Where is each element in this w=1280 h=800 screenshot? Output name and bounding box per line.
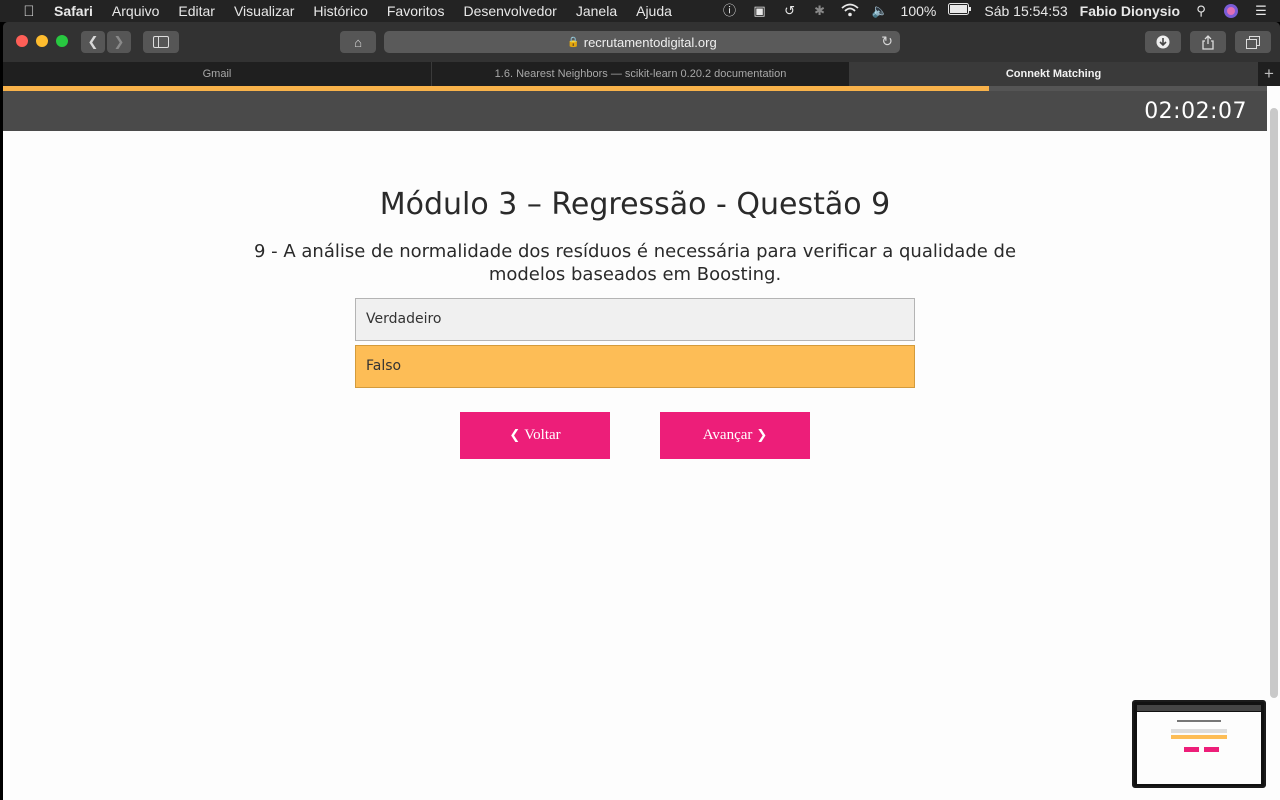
downloads-button[interactable] [1145,31,1181,53]
back-button-label: Voltar [524,427,561,443]
reload-icon[interactable]: ↻ [881,33,893,50]
apple-menu-icon[interactable]:  [18,3,40,20]
sidebar-icon [153,36,169,48]
battery-percent: 100% [900,3,937,19]
backup-drive-icon[interactable]: ▣ [751,3,769,19]
next-button[interactable]: Avançar ❯ [660,412,810,459]
thumbnail-back-button [1184,747,1199,752]
status-area: ⓘ ▣ ↺ ✱ 🔈 100% Sáb 15:54:53 Fabio Dionys… [721,0,1270,22]
question-text: 9 - A análise de normalidade dos resíduo… [253,241,1017,285]
menu-item-arquivo[interactable]: Arquivo [112,3,159,19]
time-machine-icon[interactable]: ↺ [781,3,799,19]
battery-icon[interactable] [948,3,972,19]
share-button[interactable] [1190,31,1226,53]
browser-window: ❮ ❯ ⌂ 🔒 recrutamentodigital.org ↻ Gmail … [3,22,1280,800]
menu-item-desenvolvedor[interactable]: Desenvolvedor [463,3,556,19]
answer-option-verdadeiro[interactable]: Verdadeiro [355,298,915,341]
menu-item-ajuda[interactable]: Ajuda [636,3,672,19]
tab-label: 1.6. Nearest Neighbors — scikit-learn 0.… [494,68,787,80]
page-title: Módulo 3 – Regressão - Questão 9 [379,187,891,222]
menu-item-historico[interactable]: Histórico [313,3,367,19]
tab-bar: Gmail 1.6. Nearest Neighbors — scikit-le… [3,62,1280,86]
chevron-right-icon: ❯ [756,428,768,443]
bluetooth-icon[interactable]: ✱ [811,3,829,19]
home-icon: ⌂ [354,34,362,50]
timer-bar: 02:02:07 [3,91,1267,131]
menu-item-janela[interactable]: Janela [576,3,617,19]
countdown-timer: 02:02:07 [1144,99,1247,124]
menu-item-editar[interactable]: Editar [178,3,215,19]
tab-gmail[interactable]: Gmail [3,62,432,86]
address-bar[interactable]: 🔒 recrutamentodigital.org ↻ [384,31,900,53]
thumbnail-option-selected [1171,735,1227,739]
menu-app-name[interactable]: Safari [54,3,93,19]
page-scrollbar[interactable] [1270,108,1278,698]
thumbnail-next-button [1204,747,1219,752]
thumbnail-title [1177,720,1221,722]
next-button-label: Avançar [702,427,753,443]
minimize-window-button[interactable] [36,35,48,47]
plus-icon: + [1264,64,1274,83]
fullscreen-window-button[interactable] [56,35,68,47]
siri-icon[interactable] [1222,3,1240,19]
question-content: Módulo 3 – Regressão - Questão 9 9 - A a… [3,131,1267,459]
tab-overview-button[interactable] [1235,31,1271,53]
chevron-left-icon: ❮ [509,428,521,443]
share-icon [1202,34,1214,50]
browser-toolbar: ❮ ❯ ⌂ 🔒 recrutamentodigital.org ↻ [3,22,1280,62]
tab-connekt-matching[interactable]: Connekt Matching [850,62,1258,86]
screenshot-thumbnail[interactable] [1132,700,1266,788]
address-url: recrutamentodigital.org [583,34,717,50]
chevron-right-icon: ❯ [113,34,125,49]
menu-item-favoritos[interactable]: Favoritos [387,3,445,19]
sidebar-toggle-button[interactable] [143,31,179,53]
thumbnail-option [1171,729,1227,733]
menubar-clock[interactable]: Sáb 15:54:53 [984,3,1067,19]
home-button[interactable]: ⌂ [340,31,376,53]
back-button[interactable]: ❮ Voltar [460,412,610,459]
notification-center-icon[interactable]: ☰ [1252,3,1270,19]
question-navigation: ❮ Voltar Avançar ❯ [3,412,1267,459]
back-nav-button[interactable]: ❮ [81,31,105,53]
tabs-overview-icon [1246,35,1260,49]
wifi-icon[interactable] [840,3,859,19]
answer-option-falso[interactable]: Falso [355,345,915,388]
chevron-left-icon: ❮ [87,34,99,49]
thumbnail-toolbar [1137,705,1261,711]
menubar-user[interactable]: Fabio Dionysio [1080,3,1180,19]
spotlight-search-icon[interactable]: ⚲ [1192,3,1210,19]
menu-bar:  Safari Arquivo Editar Visualizar Histó… [0,0,1280,22]
new-tab-button[interactable]: + [1258,62,1280,86]
volume-icon[interactable]: 🔈 [871,3,889,19]
lock-icon: 🔒 [567,36,580,48]
tab-label: Connekt Matching [1005,68,1102,80]
tab-label: Gmail [202,68,232,80]
forward-nav-button[interactable]: ❯ [107,31,131,53]
menu-item-visualizar[interactable]: Visualizar [234,3,294,19]
tab-scikit-learn[interactable]: 1.6. Nearest Neighbors — scikit-learn 0.… [432,62,850,86]
info-icon[interactable]: ⓘ [721,3,739,19]
close-window-button[interactable] [16,35,28,47]
download-icon [1156,35,1170,49]
thumbnail-page [1137,712,1261,784]
answer-options: Verdadeiro Falso [355,298,915,388]
page-viewport: 02:02:07 Módulo 3 – Regressão - Questão … [3,86,1280,800]
